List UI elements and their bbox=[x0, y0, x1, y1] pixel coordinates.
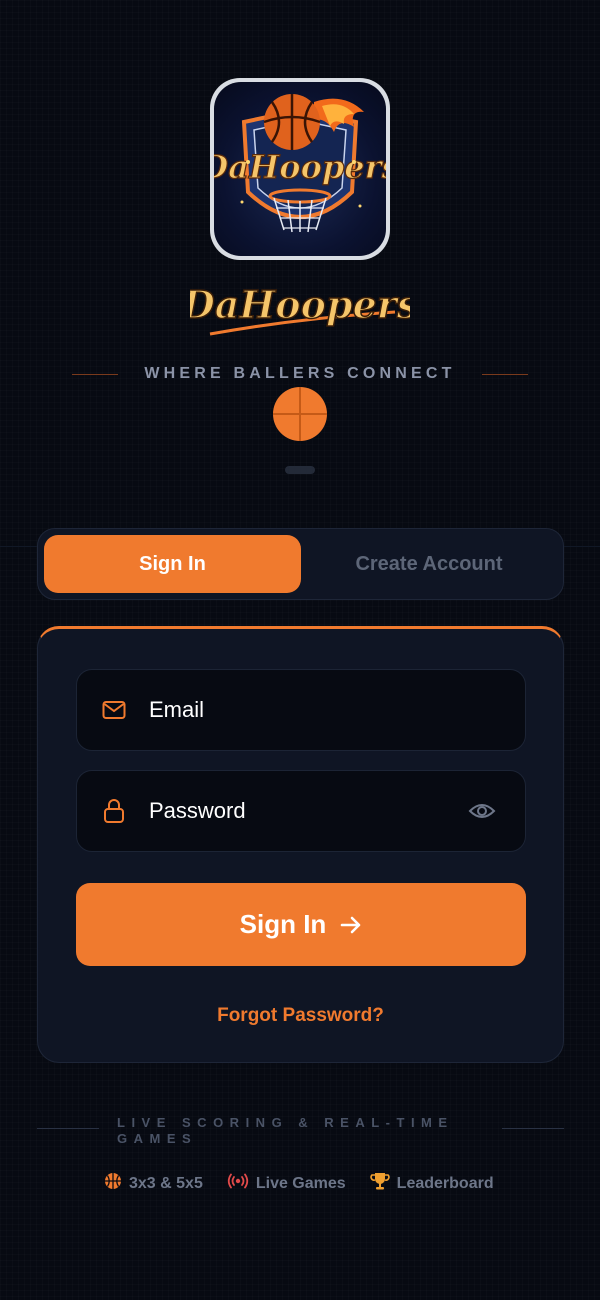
feature-label: Leaderboard bbox=[396, 1174, 494, 1192]
brand-name: DaHoopers bbox=[190, 282, 410, 327]
tab-create-account[interactable]: Create Account bbox=[301, 535, 557, 593]
tagline-row: WHERE BALLERS CONNECT bbox=[72, 363, 528, 385]
tab-sign-in[interactable]: Sign In bbox=[44, 535, 301, 593]
app-logo-icon: DaHoopers bbox=[210, 78, 390, 260]
sign-in-button[interactable]: Sign In bbox=[76, 883, 526, 966]
feature-item-live-games: Live Games bbox=[227, 1173, 346, 1194]
feature-list: 3x3 & 5x5 Live Games Leaderboard bbox=[104, 1171, 494, 1196]
footer-tagline-row: LIVE SCORING & REAL-TIME GAMES bbox=[37, 1112, 564, 1148]
sign-in-button-label: Sign In bbox=[239, 909, 327, 939]
mail-icon bbox=[101, 697, 127, 723]
basketball-icon bbox=[273, 387, 327, 441]
tagline-divider-right bbox=[482, 373, 528, 375]
broadcast-icon bbox=[227, 1173, 249, 1194]
email-field[interactable] bbox=[149, 697, 525, 723]
basketball-icon bbox=[104, 1172, 122, 1195]
feature-label: 3x3 & 5x5 bbox=[129, 1174, 203, 1192]
password-field-container bbox=[76, 770, 526, 852]
password-field[interactable] bbox=[149, 798, 467, 824]
trophy-icon bbox=[369, 1171, 390, 1196]
auth-tabs: Sign In Create Account bbox=[37, 528, 564, 600]
feature-item-leaderboard: Leaderboard bbox=[369, 1171, 494, 1196]
sign-in-card: Sign In Forgot Password? bbox=[37, 626, 564, 1063]
show-password-eye-icon[interactable] bbox=[467, 796, 497, 826]
page-indicator bbox=[285, 466, 315, 474]
tagline: WHERE BALLERS CONNECT bbox=[144, 365, 456, 382]
footer-divider-right bbox=[502, 1128, 564, 1129]
lock-icon bbox=[101, 798, 127, 824]
email-field-container bbox=[76, 669, 526, 751]
footer-divider-left bbox=[37, 1128, 99, 1129]
tagline-divider-left bbox=[72, 373, 118, 375]
footer-tagline: LIVE SCORING & REAL-TIME GAMES bbox=[117, 1115, 454, 1146]
arrow-right-icon bbox=[340, 915, 362, 935]
brand-wordmark: DaHoopers bbox=[190, 281, 410, 336]
svg-text:DaHoopers: DaHoopers bbox=[214, 148, 386, 186]
feature-item-modes: 3x3 & 5x5 bbox=[104, 1172, 203, 1195]
forgot-password-link[interactable]: Forgot Password? bbox=[38, 1005, 563, 1027]
feature-label: Live Games bbox=[255, 1174, 346, 1192]
